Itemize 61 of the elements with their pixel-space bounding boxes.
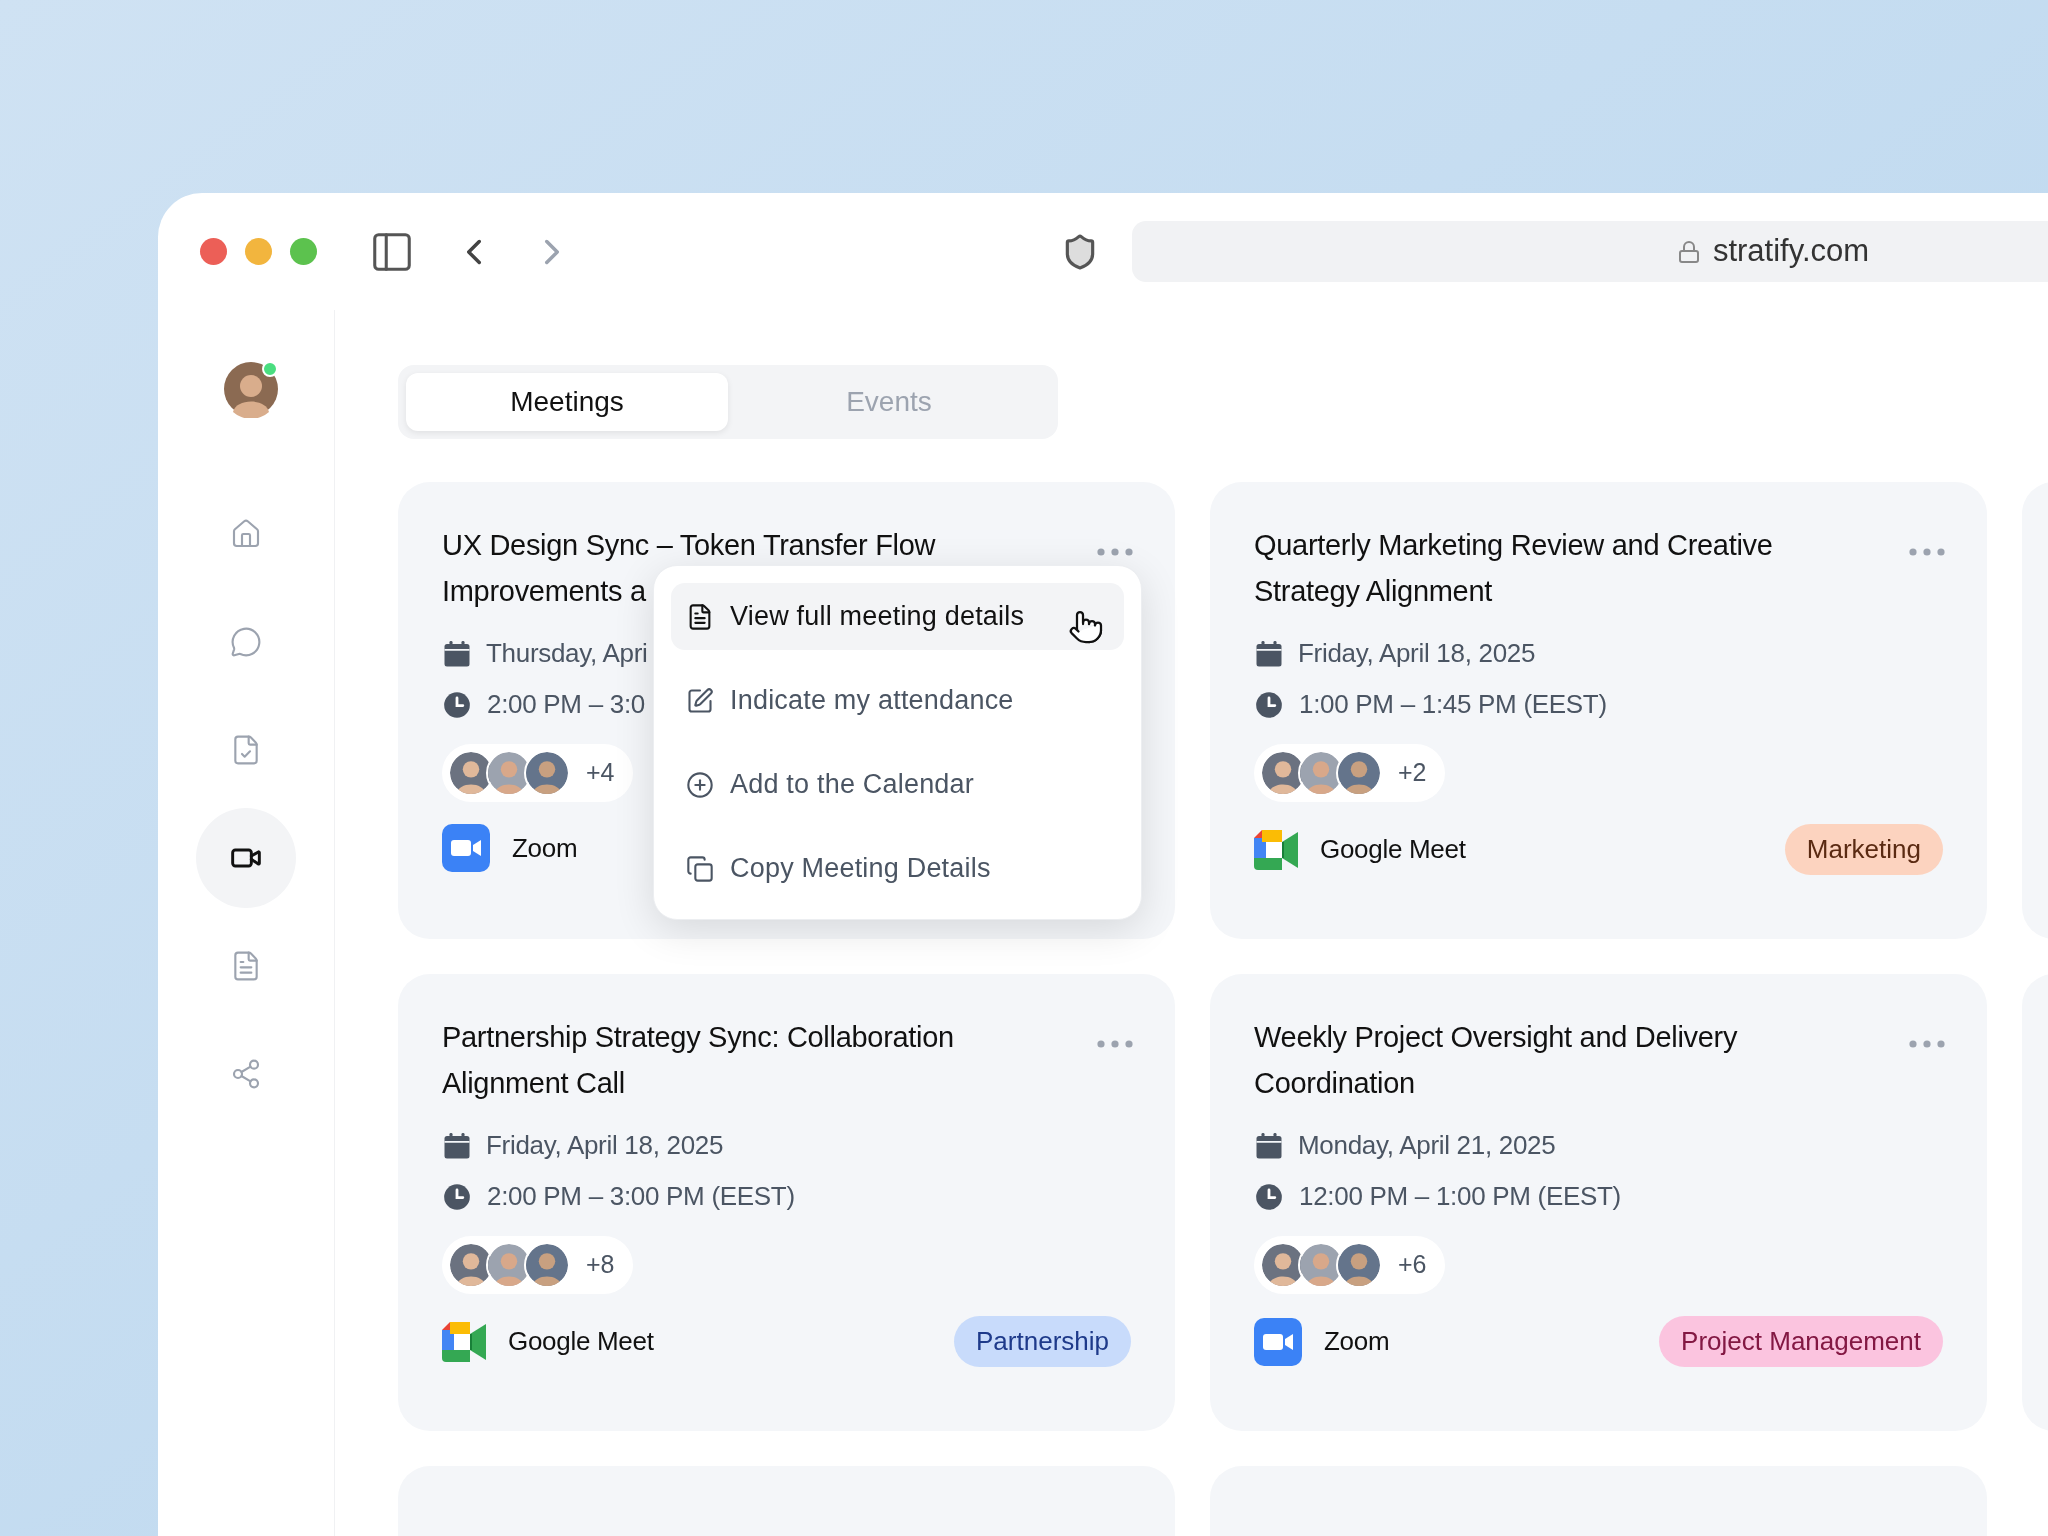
meeting-date: Friday, April 18, 2025 xyxy=(486,1129,724,1162)
platform-name: Google Meet xyxy=(1320,833,1466,866)
meeting-date: Friday, April 18, 2025 xyxy=(1298,637,1536,670)
platform-name: Zoom xyxy=(512,831,578,865)
meeting-date: Thursday, Apri xyxy=(486,637,648,670)
category-tag: Marketing xyxy=(1784,824,1943,875)
address-bar[interactable]: stratify.com xyxy=(1132,221,2048,282)
url-text: stratify.com xyxy=(1712,232,1870,271)
calendar-icon xyxy=(1254,638,1284,669)
chat-icon xyxy=(230,626,262,658)
avatar xyxy=(1336,750,1382,796)
lock-icon xyxy=(1676,239,1701,264)
meeting-time: 2:00 PM – 3:0 xyxy=(487,688,645,721)
avatar xyxy=(524,1242,570,1288)
copy-icon xyxy=(686,854,714,883)
participant-count: +8 xyxy=(586,1249,615,1281)
more-icon xyxy=(1909,1040,1945,1048)
meeting-title: Weekly Project Oversight and Delivery Coordination xyxy=(1254,1020,1739,1101)
clock-icon xyxy=(443,690,471,719)
clock-icon xyxy=(1255,1182,1283,1211)
meeting-title: Quarterly Marketing Review and Creative Strategy Alignment xyxy=(1254,528,1774,609)
video-camera-logo xyxy=(1254,829,1298,870)
participant-count: +2 xyxy=(1398,757,1427,789)
menu-item[interactable]: View full meeting details xyxy=(671,583,1124,650)
avatar xyxy=(524,750,570,796)
menu-item[interactable]: Copy Meeting Details xyxy=(671,835,1124,902)
menu-item[interactable]: Add to the Calendar xyxy=(671,751,1124,818)
video-camera-logo xyxy=(442,1321,486,1362)
meeting-time: 1:00 PM – 1:45 PM (EEST) xyxy=(1299,688,1607,721)
cursor-icon xyxy=(1068,609,1104,645)
calendar-icon xyxy=(1254,1130,1284,1161)
platform-name: Google Meet xyxy=(508,1325,654,1358)
tab[interactable]: Meetings xyxy=(406,373,728,431)
home-icon xyxy=(230,518,262,550)
meeting-time: 2:00 PM – 3:00 PM (EEST) xyxy=(487,1180,795,1213)
clock-icon xyxy=(443,1182,471,1211)
calendar-icon xyxy=(442,638,472,669)
share-icon xyxy=(230,1058,262,1090)
category-tag: Partnership xyxy=(954,1316,1131,1367)
minimize-button[interactable] xyxy=(245,238,272,265)
user-avatar xyxy=(222,360,280,418)
meeting-date: Monday, April 21, 2025 xyxy=(1298,1129,1556,1162)
plus-icon xyxy=(686,770,714,799)
avatar xyxy=(1336,1242,1382,1288)
maximize-button[interactable] xyxy=(290,238,317,265)
video-camera-logo xyxy=(442,824,490,872)
category-tag: Project Management xyxy=(1659,1316,1943,1367)
more-icon xyxy=(1909,548,1945,556)
more-icon xyxy=(1097,548,1133,556)
participant-count: +4 xyxy=(586,757,615,789)
participant-count: +6 xyxy=(1398,1249,1427,1281)
calendar-icon xyxy=(442,1130,472,1161)
close-button[interactable] xyxy=(200,238,227,265)
video-camera-logo xyxy=(1254,1317,1302,1366)
meeting-title: Partnership Strategy Sync: Collaboration Alignment Call xyxy=(442,1020,955,1101)
edit-icon xyxy=(686,686,714,715)
meeting-time: 12:00 PM – 1:00 PM (EEST) xyxy=(1299,1180,1621,1213)
more-icon xyxy=(1097,1040,1133,1048)
menu-item[interactable]: Indicate my attendance xyxy=(671,667,1124,734)
clock-icon xyxy=(1255,690,1283,719)
platform-name: Zoom xyxy=(1324,1325,1390,1358)
